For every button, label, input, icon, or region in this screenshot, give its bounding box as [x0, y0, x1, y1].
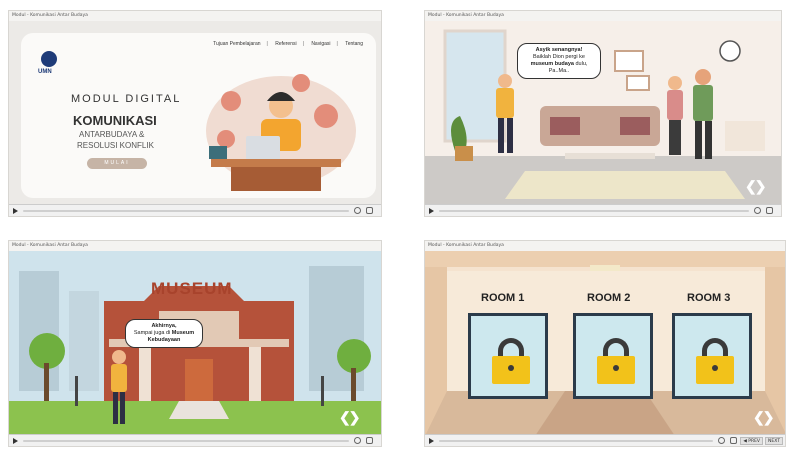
replay-icon[interactable]: [354, 437, 361, 444]
bubble-bold1: Museum: [171, 330, 195, 336]
volume-icon[interactable]: [366, 437, 373, 444]
play-icon[interactable]: [13, 438, 18, 444]
bubble-bold2: Kebudayaan: [147, 337, 181, 343]
umn-logo-icon: [41, 51, 57, 67]
seek-bar[interactable]: [23, 440, 349, 442]
room-2-door[interactable]: [573, 313, 653, 399]
subtitle-line2: RESOLUSI KONFLIK: [77, 141, 154, 150]
student-illustration: [206, 74, 356, 191]
player-controls: [9, 434, 381, 446]
bubble-line2: Baiklah Dion pergi ke: [533, 54, 585, 60]
play-icon[interactable]: [429, 208, 434, 214]
player-controls: ◀ PREV NEXT: [425, 434, 785, 446]
top-nav: Tujuan Pembelajaran | Referensi | Navigasi…: [213, 41, 363, 47]
bubble-bold: museum budaya: [530, 61, 574, 67]
scene-nav-arrows[interactable]: ❮❯: [745, 178, 767, 195]
room-3-label: ROOM 3: [687, 292, 731, 304]
keyhole: [508, 365, 514, 371]
replay-icon[interactable]: [718, 437, 725, 444]
nav-tujuan[interactable]: Tujuan Pembelajaran: [213, 41, 260, 47]
bubble-line3: dulu,: [573, 61, 588, 67]
room-3-door[interactable]: [672, 313, 752, 399]
volume-icon[interactable]: [366, 207, 373, 214]
prev-button[interactable]: ◀ PREV: [740, 437, 763, 445]
title-modul-digital: MODUL DIGITAL: [71, 93, 182, 105]
bubble-line4: Pa..Ma..: [548, 68, 570, 74]
keyhole: [712, 365, 718, 371]
museum-screenshot: Modul - Komunikasi Antar Budaya MUSEUM A…: [8, 240, 382, 447]
room-1-door[interactable]: [468, 313, 548, 399]
rooms-screenshot: Modul - Komunikasi Antar Budaya ROOM 1 R…: [424, 240, 786, 447]
volume-icon[interactable]: [730, 437, 737, 444]
speech-bubble: Akhirnya, Sampai juga di Museum Kebudaya…: [125, 319, 203, 348]
nav-tentang[interactable]: Tentang: [345, 41, 363, 47]
window-title: Modul - Komunikasi Antar Budaya: [425, 241, 785, 251]
seek-bar[interactable]: [439, 210, 749, 212]
cover-scene: Tujuan Pembelajaran | Referensi | Navigasi…: [9, 21, 381, 204]
scene-nav-arrows[interactable]: ❮❯: [753, 409, 775, 426]
play-icon[interactable]: [13, 208, 18, 214]
subtitle-line1: ANTARBUDAYA &: [79, 130, 145, 139]
logo-text: UMN: [38, 69, 52, 75]
window-title: Modul - Komunikasi Antar Budaya: [425, 11, 781, 21]
replay-icon[interactable]: [354, 207, 361, 214]
bubble-line1: Asyik senangnya!: [535, 47, 583, 53]
player-controls: [425, 204, 781, 216]
rooms-scene: ROOM 1 ROOM 2 ROOM 3 ❮❯: [425, 251, 785, 434]
volume-icon[interactable]: [766, 207, 773, 214]
cover-card: Tujuan Pembelajaran | Referensi | Navigasi…: [21, 33, 376, 198]
living-room-screenshot: Modul - Komunikasi Antar Budaya Asyik se…: [424, 10, 782, 217]
replay-icon[interactable]: [754, 207, 761, 214]
nav-navigasi[interactable]: Navigasi: [311, 41, 330, 47]
bubble-line1: Akhirnya,: [151, 323, 177, 329]
keyhole: [613, 365, 619, 371]
museum-sign: MUSEUM: [151, 279, 233, 298]
window-title: Modul - Komunikasi Antar Budaya: [9, 11, 381, 21]
speech-bubble: Asyik senangnya! Baiklah Dion pergi ke m…: [517, 43, 601, 79]
cover-screenshot: Modul - Komunikasi Antar Budaya Tujuan P…: [8, 10, 382, 217]
play-icon[interactable]: [429, 438, 434, 444]
room-1-label: ROOM 1: [481, 292, 525, 304]
seek-bar[interactable]: [23, 210, 349, 212]
living-room-scene: Asyik senangnya! Baiklah Dion pergi ke m…: [425, 21, 781, 204]
living-room-illustration: [425, 21, 781, 204]
next-button[interactable]: NEXT: [765, 437, 783, 445]
bubble-line2: Sampai juga di: [133, 330, 172, 336]
museum-scene: MUSEUM Akhirnya, Sampai juga di Museum K…: [9, 251, 381, 434]
scene-nav-arrows[interactable]: ❮❯: [339, 409, 361, 426]
start-button[interactable]: MULAI: [87, 158, 147, 169]
nav-referensi[interactable]: Referensi: [275, 41, 296, 47]
seek-bar[interactable]: [439, 440, 713, 442]
room-2-label: ROOM 2: [587, 292, 631, 304]
title-komunikasi: KOMUNIKASI: [73, 113, 157, 128]
player-controls: [9, 204, 381, 216]
window-title: Modul - Komunikasi Antar Budaya: [9, 241, 381, 251]
